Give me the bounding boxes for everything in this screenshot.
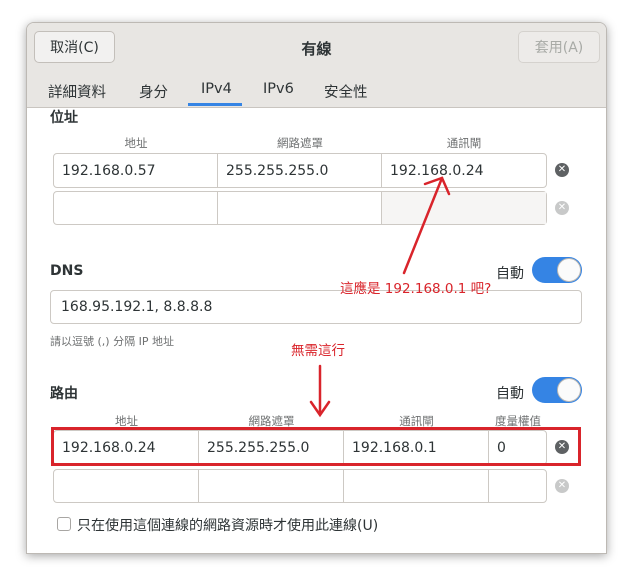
address-col-gateway: 通訊閘 <box>446 136 482 150</box>
dns-hint: 請以逗號 (,) 分隔 IP 地址 <box>50 335 174 348</box>
address-input-empty[interactable] <box>54 192 218 224</box>
only-local-label[interactable]: 只在使用這個連線的網路資源時才使用此連線(U) <box>77 515 378 535</box>
route-gateway-input-empty[interactable] <box>344 470 489 502</box>
route-row-empty <box>53 469 547 503</box>
gateway-annotation: 這應是 192.168.0.1 吧? <box>340 281 492 297</box>
only-local-checkbox[interactable] <box>57 517 71 531</box>
ipv4-settings-panel: 位址 地址 網路遮罩 通訊閘 192.168.0.57 255.255.255.… <box>27 109 606 553</box>
netmask-input-empty[interactable] <box>218 192 382 224</box>
routes-section-title: 路由 <box>50 386 78 402</box>
toggle-knob <box>557 258 581 282</box>
tab-ipv4[interactable]: IPv4 <box>201 81 232 97</box>
network-settings-dialog: 取消(C) 有線 套用(A) 詳細資料 身分 IPv4 IPv6 安全性 位址 … <box>26 22 607 554</box>
address-col-netmask: 網路遮罩 <box>277 136 323 150</box>
delete-address-icon[interactable]: ✕ <box>555 163 569 177</box>
routes-auto-label: 自動 <box>496 386 524 402</box>
route-metric-input-empty[interactable] <box>489 470 546 502</box>
tab-bar: 詳細資料 身分 IPv4 IPv6 安全性 <box>27 71 606 108</box>
address-row: 192.168.0.57 255.255.255.0 192.168.0.24 <box>53 153 547 188</box>
gateway-input[interactable]: 192.168.0.24 <box>382 154 546 187</box>
apply-button[interactable]: 套用(A) <box>518 31 600 63</box>
tab-ipv6[interactable]: IPv6 <box>263 81 294 97</box>
delete-route-empty-icon: ✕ <box>555 479 569 493</box>
address-section-title: 位址 <box>50 110 78 126</box>
toggle-knob <box>557 378 581 402</box>
active-tab-indicator <box>188 103 242 106</box>
netmask-input[interactable]: 255.255.255.0 <box>218 154 382 187</box>
address-row-empty <box>53 191 547 225</box>
route-address-input-empty[interactable] <box>54 470 199 502</box>
route-annotation: 無需這行 <box>291 343 345 359</box>
route-netmask-input-empty[interactable] <box>199 470 344 502</box>
gateway-input-empty[interactable] <box>382 192 546 224</box>
delete-address-empty-icon: ✕ <box>555 201 569 215</box>
dns-auto-label: 自動 <box>496 266 524 282</box>
routes-auto-toggle[interactable] <box>532 377 582 403</box>
tab-details[interactable]: 詳細資料 <box>48 81 106 102</box>
address-input[interactable]: 192.168.0.57 <box>54 154 218 187</box>
route-highlight-box <box>51 427 581 466</box>
tab-security[interactable]: 安全性 <box>324 81 368 102</box>
dns-section-title: DNS <box>50 263 84 279</box>
address-col-address: 地址 <box>124 136 148 150</box>
dns-servers-input[interactable]: 168.95.192.1, 8.8.8.8 <box>50 290 582 324</box>
headerbar: 取消(C) 有線 套用(A) <box>27 23 606 71</box>
tab-identity[interactable]: 身分 <box>139 81 168 102</box>
dns-auto-toggle[interactable] <box>532 257 582 283</box>
